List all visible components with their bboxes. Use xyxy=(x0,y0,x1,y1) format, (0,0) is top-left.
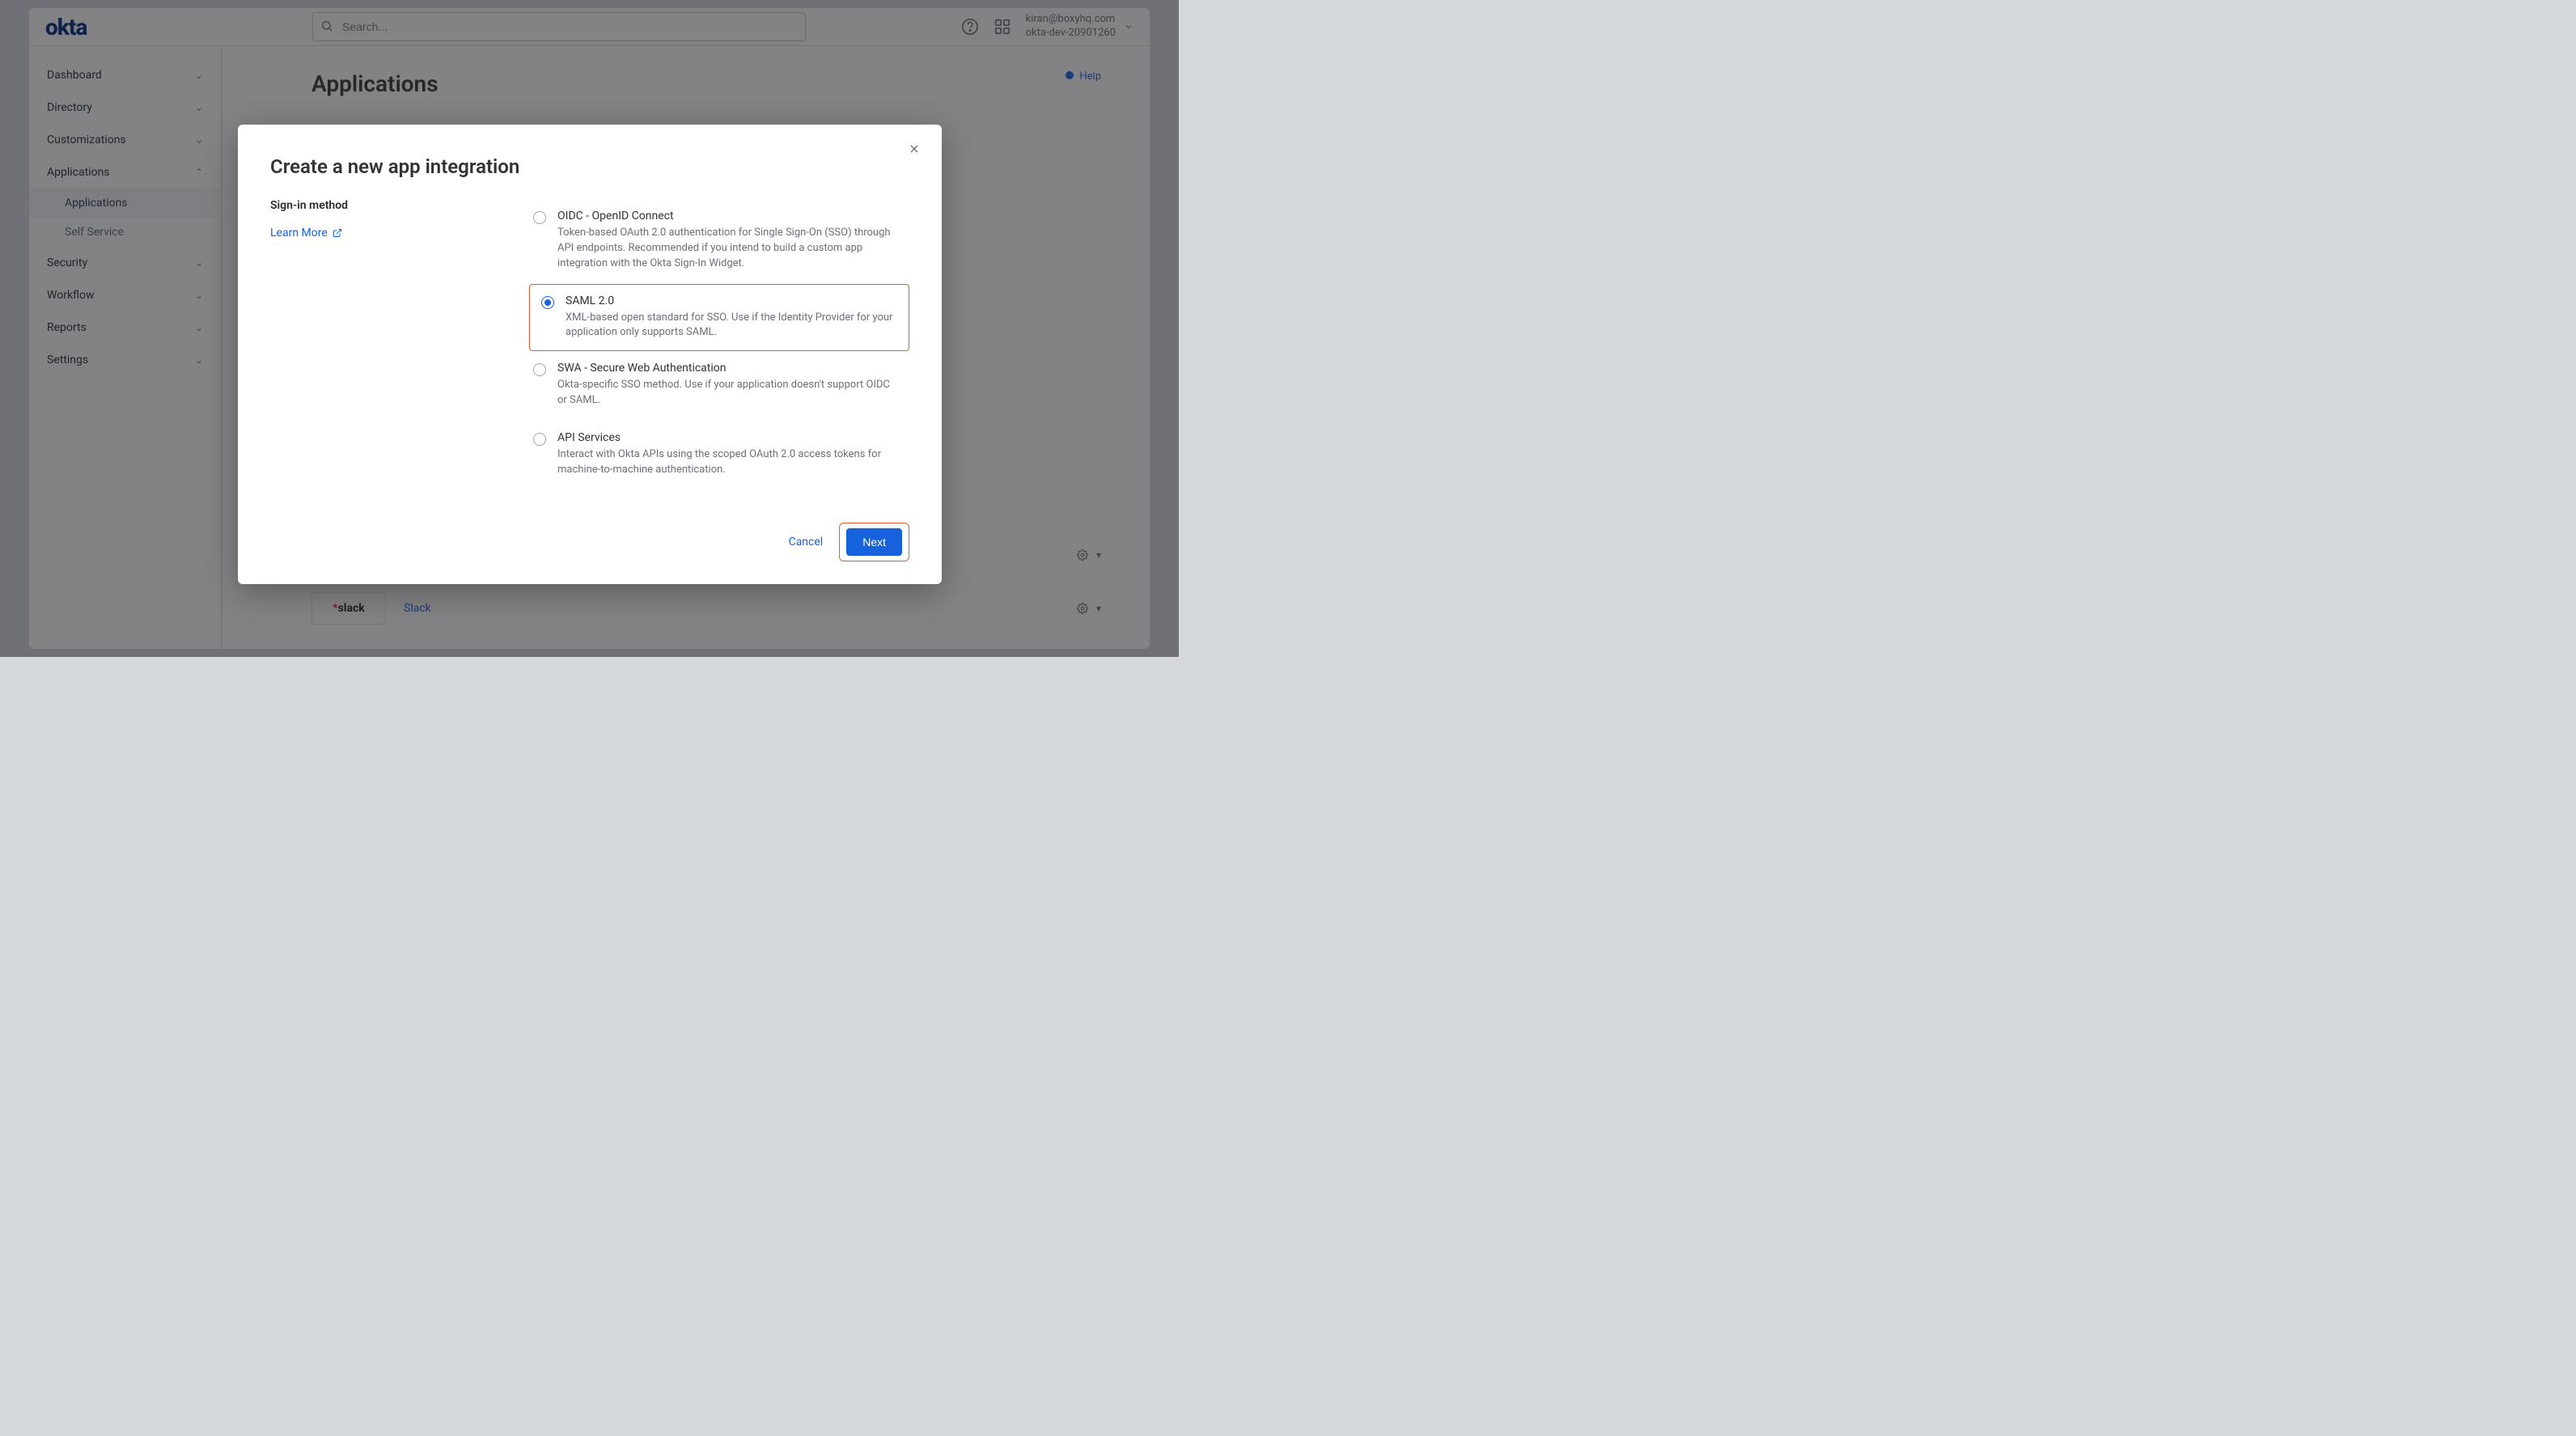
option-desc: Okta-specific SSO method. Use if your ap… xyxy=(557,378,897,409)
option-swa[interactable]: SWA - Secure Web Authentication Okta-spe… xyxy=(529,351,909,421)
option-saml[interactable]: SAML 2.0 XML-based open standard for SSO… xyxy=(529,284,909,352)
next-button-highlight: Next xyxy=(839,523,909,561)
option-desc: Token-based OAuth 2.0 authentication for… xyxy=(557,226,897,272)
radio-icon xyxy=(533,211,546,224)
option-oidc[interactable]: OIDC - OpenID Connect Token-based OAuth … xyxy=(529,199,909,284)
create-app-integration-modal: Create a new app integration Sign-in met… xyxy=(238,125,942,584)
radio-icon xyxy=(533,433,546,446)
close-icon[interactable] xyxy=(908,142,921,155)
learn-more-label: Learn More xyxy=(270,227,328,239)
modal-title: Create a new app integration xyxy=(270,155,909,178)
option-title: OIDC - OpenID Connect xyxy=(557,210,897,222)
cancel-button[interactable]: Cancel xyxy=(786,529,827,555)
sign-in-method-label: Sign-in method xyxy=(270,199,497,212)
learn-more-link[interactable]: Learn More xyxy=(270,227,497,239)
option-desc: Interact with Okta APIs using the scoped… xyxy=(557,447,897,478)
option-api-services[interactable]: API Services Interact with Okta APIs usi… xyxy=(529,421,909,490)
option-title: SAML 2.0 xyxy=(566,294,897,307)
radio-icon xyxy=(541,296,554,309)
next-button[interactable]: Next xyxy=(846,528,902,556)
option-title: SWA - Secure Web Authentication xyxy=(557,362,897,375)
external-link-icon xyxy=(333,228,342,238)
option-desc: XML-based open standard for SSO. Use if … xyxy=(566,311,897,341)
radio-icon xyxy=(533,363,546,376)
option-title: API Services xyxy=(557,431,897,444)
